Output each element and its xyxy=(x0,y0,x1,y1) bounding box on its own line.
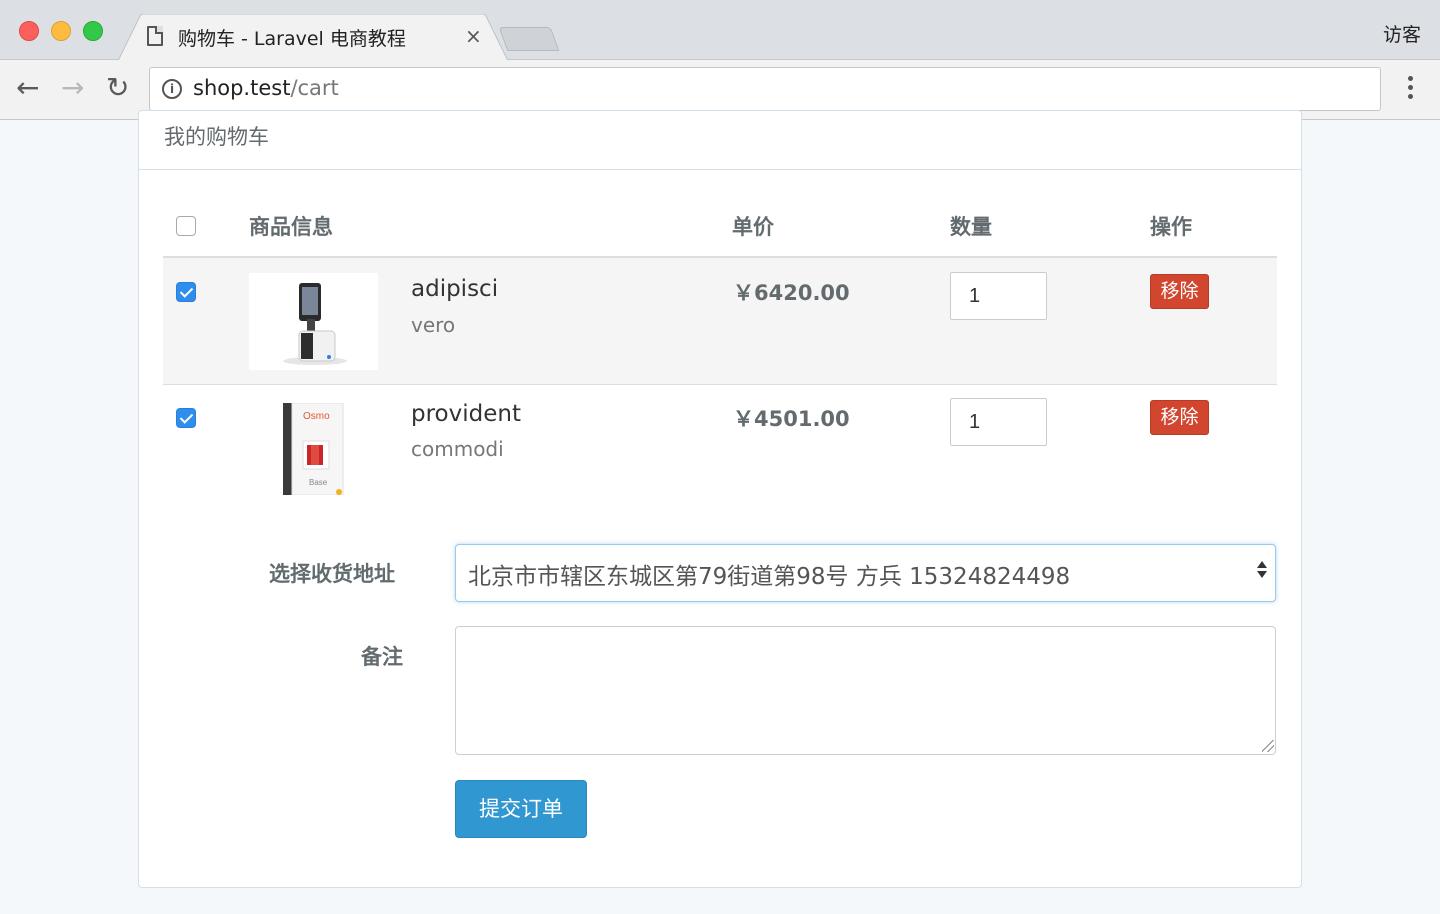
thumbnail-caption-text: Base xyxy=(309,478,328,487)
url-path: /cart xyxy=(290,76,339,100)
remove-button[interactable]: 移除 xyxy=(1150,400,1209,435)
thumbnail-brand-text: Osmo xyxy=(303,411,330,422)
document-icon xyxy=(147,26,163,46)
new-tab-button[interactable] xyxy=(498,27,560,51)
select-arrows-icon xyxy=(1257,561,1269,578)
product-thumbnail[interactable] xyxy=(249,273,378,370)
submit-order-button[interactable]: 提交订单 xyxy=(455,780,587,838)
column-header-quantity: 数量 xyxy=(950,215,992,239)
address-selected-value: 北京市市辖区东城区第79街道第98号 方兵 15324824498 xyxy=(468,564,1071,590)
window-minimize-button[interactable] xyxy=(51,21,71,41)
back-icon[interactable]: ← xyxy=(16,73,39,103)
window-zoom-button[interactable] xyxy=(83,21,103,41)
resize-handle-icon[interactable] xyxy=(1262,740,1274,752)
row-divider xyxy=(163,384,1277,385)
remark-label: 备注 xyxy=(361,645,403,669)
product-price: ￥4501.00 xyxy=(733,407,850,431)
window-close-button[interactable] xyxy=(19,21,39,41)
column-header-actions: 操作 xyxy=(1150,215,1192,239)
forward-icon[interactable]: → xyxy=(61,73,84,103)
product-sku: vero xyxy=(411,313,456,337)
product-sku: commodi xyxy=(411,437,504,461)
product-thumbnail[interactable]: Osmo Base xyxy=(281,403,345,495)
product-title[interactable]: provident xyxy=(411,401,521,427)
reload-icon[interactable]: ↻ xyxy=(106,73,129,103)
url-host: shop.test xyxy=(193,76,291,100)
row-checkbox[interactable] xyxy=(176,282,196,302)
column-header-price: 单价 xyxy=(732,215,774,239)
info-icon[interactable]: i xyxy=(162,79,182,99)
tab-close-icon[interactable]: × xyxy=(465,24,482,48)
browser-menu-icon[interactable] xyxy=(1402,76,1418,103)
quantity-input[interactable]: 1 xyxy=(950,398,1047,446)
quantity-input[interactable]: 1 xyxy=(950,272,1047,320)
product-price: ￥6420.00 xyxy=(733,281,850,305)
column-header-product: 商品信息 xyxy=(249,215,333,239)
select-all-checkbox[interactable] xyxy=(176,216,196,236)
tablet-stand-image xyxy=(249,273,378,370)
remove-button[interactable]: 移除 xyxy=(1150,274,1209,309)
row-checkbox[interactable] xyxy=(176,408,196,428)
remark-textarea[interactable] xyxy=(455,626,1276,755)
profile-label[interactable]: 访客 xyxy=(1383,20,1421,47)
tab-title: 购物车 - Laravel 电商教程 xyxy=(178,28,406,50)
page-title: 我的购物车 xyxy=(164,125,269,149)
panel-divider xyxy=(139,169,1301,170)
address-label: 选择收货地址 xyxy=(269,562,395,586)
url-text[interactable]: shop.test/cart xyxy=(193,76,339,100)
product-title[interactable]: adipisci xyxy=(411,276,498,302)
